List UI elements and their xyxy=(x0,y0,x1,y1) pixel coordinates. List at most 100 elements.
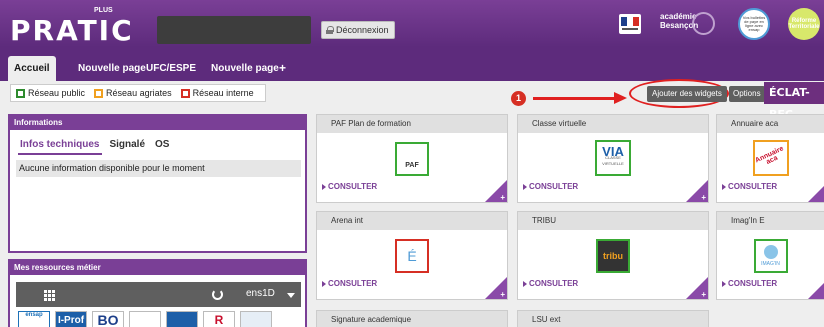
profile-select[interactable]: ens1D xyxy=(246,288,275,299)
widget-annuaire: Annuaire aca Annuaire aca CONSULTER xyxy=(716,114,824,203)
widget-tribu: TRIBU tribu CONSULTER + xyxy=(517,211,709,300)
annotation-number-badge: 1 xyxy=(511,91,526,106)
annuaire-logo-text: Annuaire aca xyxy=(753,145,785,166)
via-logo[interactable]: VIA CLASSE VIRTUELLE xyxy=(595,140,631,176)
reforme-territoriale-badge[interactable]: Réforme Territoriale xyxy=(788,8,820,40)
filter-label-agriates: Réseau agriates xyxy=(106,88,172,98)
plus-icon: + xyxy=(701,193,706,202)
consulter-link[interactable]: CONSULTER xyxy=(523,182,578,191)
republique-francaise-logo xyxy=(619,14,641,34)
widget-imagin: Imag'In E IMAG'IN CONSULTER xyxy=(716,211,824,300)
annotation-arrow-head xyxy=(614,92,627,104)
logout-label: Déconnexion xyxy=(336,25,389,35)
consulter-label: CONSULTER xyxy=(529,182,579,191)
logo-plus-label: PLUS xyxy=(94,7,113,14)
widget-arena: Arena int É CONSULTER + xyxy=(316,211,508,300)
grid-icon[interactable] xyxy=(44,290,55,301)
ressources-metier-panel: Mes ressources métier ens1D ensap I-Prof… xyxy=(8,259,307,327)
tab-signale[interactable]: Signalé xyxy=(109,139,145,150)
academie-emblem-icon xyxy=(692,12,715,35)
tribu-logo[interactable]: tribu xyxy=(596,239,630,273)
checkbox-reseau-interne[interactable] xyxy=(180,88,190,98)
triangle-icon xyxy=(722,183,726,190)
arena-logo[interactable]: É xyxy=(395,239,429,273)
consulter-label: CONSULTER xyxy=(328,182,378,191)
tab-nouvelle-page-1[interactable]: Nouvelle page xyxy=(78,56,146,81)
chevron-down-icon[interactable] xyxy=(287,293,295,298)
r-app-icon[interactable]: R xyxy=(203,311,235,327)
top-header: PRATIC PLUS Déconnexion académie Besanço… xyxy=(0,0,824,47)
tab-os[interactable]: OS xyxy=(155,139,169,150)
pratic-logo[interactable]: PRATIC PLUS xyxy=(6,5,132,47)
imagin-logo-text: IMAG'IN xyxy=(761,261,780,267)
informations-title: Informations xyxy=(10,116,305,130)
logout-button[interactable]: Déconnexion xyxy=(321,21,395,39)
tab-ufc-espe[interactable]: UFC/ESPE xyxy=(146,56,196,81)
widget-title: PAF Plan de formation xyxy=(317,115,507,133)
triangle-icon xyxy=(322,280,326,287)
paf-logo[interactable]: PAF xyxy=(395,142,429,176)
ressources-icons: ensap I-Prof BO R xyxy=(18,311,272,327)
bo-app-icon[interactable]: BO xyxy=(92,311,124,327)
consulter-link[interactable]: CONSULTER xyxy=(523,279,578,288)
widget-title: Signature academique xyxy=(317,311,507,327)
reforme-line-2: Territoriale xyxy=(788,24,820,30)
filter-reseau-agriates[interactable]: Réseau agriates xyxy=(94,88,172,98)
plus-icon: + xyxy=(500,290,505,299)
widget-lsu: LSU ext xyxy=(517,310,709,327)
informations-message: Aucune information disponible pour le mo… xyxy=(16,160,301,177)
consulter-label: CONSULTER xyxy=(728,182,778,191)
informations-tabs: Infos techniques Signalé OS xyxy=(20,139,169,150)
widget-title: Classe virtuelle xyxy=(518,115,708,133)
app-icon-4[interactable] xyxy=(129,311,161,327)
tab-infos-techniques[interactable]: Infos techniques xyxy=(20,139,99,150)
filter-label-public: Réseau public xyxy=(28,88,86,98)
widget-signature: Signature academique xyxy=(316,310,508,327)
user-name-box xyxy=(157,16,311,44)
triangle-icon xyxy=(523,280,527,287)
consulter-link[interactable]: CONSULTER xyxy=(722,279,777,288)
annotation-arrow-shaft xyxy=(533,97,617,100)
checkbox-reseau-public[interactable] xyxy=(16,88,25,98)
add-widgets-button[interactable]: Ajouter des widgets xyxy=(647,86,727,102)
imagin-logo[interactable]: IMAG'IN xyxy=(753,239,788,273)
add-tab-button[interactable]: + xyxy=(279,56,286,81)
tribu-logo-text: tribu xyxy=(603,251,623,261)
ensap-app-icon[interactable]: ensap xyxy=(18,311,50,327)
widget-title: TRIBU xyxy=(518,212,708,230)
filter-reseau-public[interactable]: Réseau public xyxy=(16,88,85,98)
add-corner-button[interactable] xyxy=(808,277,824,299)
globe-icon xyxy=(763,245,778,259)
via-logo-sub: CLASSE VIRTUELLE xyxy=(602,155,624,166)
consulter-link[interactable]: CONSULTER xyxy=(322,279,377,288)
eclat-bfc-logo[interactable]: ÉCLAT-BFC xyxy=(764,82,824,121)
widget-paf: PAF Plan de formation PAF CONSULTER + xyxy=(316,114,508,203)
paf-logo-text: PAF xyxy=(405,162,419,169)
triangle-icon xyxy=(523,183,527,190)
app-icon-5[interactable] xyxy=(166,311,198,327)
widget-title: Imag'In E xyxy=(717,212,824,230)
tab-accueil[interactable]: Accueil xyxy=(8,56,56,81)
network-filters: Réseau public Réseau agriates Réseau int… xyxy=(10,84,266,102)
filter-reseau-interne[interactable]: Réseau interne xyxy=(180,88,254,98)
checkbox-reseau-agriates[interactable] xyxy=(94,88,104,98)
consulter-link[interactable]: CONSULTER xyxy=(322,182,377,191)
refresh-icon[interactable] xyxy=(212,289,223,300)
filter-label-interne: Réseau interne xyxy=(192,88,254,98)
widget-classe-virtuelle: Classe virtuelle VIA CLASSE VIRTUELLE CO… xyxy=(517,114,709,203)
ressources-toolbar: ens1D xyxy=(16,282,301,307)
consulter-link[interactable]: CONSULTER xyxy=(722,182,777,191)
bulletins-paye-badge[interactable]: Vos bulletins de paye en ligne avec ensa… xyxy=(738,8,770,40)
tab-nouvelle-page-2[interactable]: Nouvelle page xyxy=(211,56,279,81)
consulter-label: CONSULTER xyxy=(328,279,378,288)
widget-title: LSU ext xyxy=(518,311,708,327)
plus-icon: + xyxy=(701,290,706,299)
app-icon-7[interactable] xyxy=(240,311,272,327)
options-button[interactable]: Options xyxy=(729,86,765,102)
annuaire-logo[interactable]: Annuaire aca xyxy=(752,140,789,176)
iprof-app-icon[interactable]: I-Prof xyxy=(55,311,87,327)
plus-icon: + xyxy=(500,193,505,202)
active-tab-underline xyxy=(18,153,102,155)
add-corner-button[interactable] xyxy=(808,180,824,202)
triangle-icon xyxy=(322,183,326,190)
